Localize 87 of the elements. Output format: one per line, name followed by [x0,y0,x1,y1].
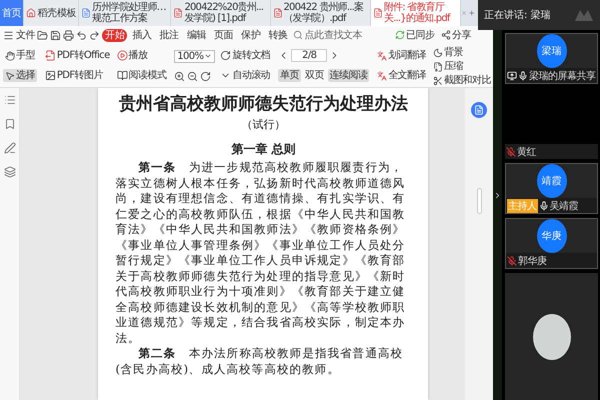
host-badge: 主持人 [507,198,538,212]
participant-name: 郭华庚 [518,254,546,268]
pdf-icon[interactable] [372,8,383,18]
play-icon [116,50,128,61]
menu-tab[interactable]: 编辑 [184,28,210,42]
translate-icon [377,70,388,80]
image-icon [44,70,56,81]
hand-icon [5,50,15,60]
document-subtitle: （试行） [240,117,286,132]
menu-icon[interactable] [3,30,14,40]
pen-icon[interactable] [4,142,16,154]
document-tab[interactable]: 首页 [0,0,24,26]
share-button[interactable]: 分享 [438,27,473,43]
print-icon[interactable] [63,30,74,40]
view-mode-button[interactable]: 单页 [278,69,301,82]
participant-name: 梁瑞的屏幕共享 [529,70,596,82]
screenshot-compare-button[interactable]: 截图和对比 [430,74,493,87]
avatar-circle: 华庚 [536,219,566,253]
speaker-text: 正在讲话: 梁瑞 [484,8,551,22]
hand-tool[interactable]: 手型 [3,49,37,62]
document-tab[interactable]: 历州学院处理师…规范工作方案 [79,0,172,26]
participant-name: 黄红 [517,146,536,158]
chapter-heading: 第一章 总则 [230,141,297,158]
compress-button[interactable]: 压缩 [430,60,493,73]
expand-icon[interactable] [493,191,502,200]
pdf-to-image-button[interactable]: PDF转图片 [42,69,112,82]
layers-icon[interactable] [4,166,16,178]
document-tab[interactable]: 稻壳模板 [24,0,80,26]
scrollbar-thumb[interactable] [476,188,482,214]
read-mode-button[interactable]: 阅读模式 [114,69,168,82]
page-number-field[interactable]: 2/8 [291,49,328,62]
document-title: 贵州省高校教师师德失范行为处理办法 [118,93,409,115]
sync-button[interactable]: 已同步 [392,27,437,43]
rotate-icon [220,50,232,61]
menu-tab[interactable]: 批注 [156,28,182,42]
archive-icon [432,62,443,72]
document-icon[interactable] [81,8,92,18]
pdf-icon[interactable] [173,8,184,18]
select-tool[interactable]: 选择 [3,69,37,82]
redo-icon[interactable] [89,30,100,40]
scissors-icon [432,76,443,86]
zoom-in-icon[interactable] [174,70,186,82]
pdf-to-office-button[interactable]: PDF转Office [42,49,112,62]
undo-icon[interactable] [76,30,88,40]
rotate-document-button[interactable]: 旋转文档 [218,49,272,62]
open-icon[interactable] [37,30,48,40]
menu-tab[interactable]: 开始 [102,28,128,42]
search-field[interactable]: 点此查找文本 [292,28,362,42]
translate-icon [377,50,388,60]
participant-name: 吴靖霞 [550,200,578,212]
bookmark-icon[interactable] [4,118,16,130]
play-button[interactable]: 播放 [114,49,168,62]
menu-tab[interactable]: 插入 [129,28,155,42]
photo-placeholder [532,314,570,360]
word-translate-button[interactable]: 划词翻译 [375,49,428,62]
logo-icon [574,8,594,22]
background-button[interactable]: 背景 [430,46,493,59]
avatar-circle: 梁瑞 [536,34,566,68]
menu-tab[interactable]: 转换 [265,28,291,42]
menu-tab[interactable]: 页面 [211,28,236,42]
rotate-icon[interactable] [200,70,212,82]
menu-tab[interactable]: 保护 [238,28,264,42]
sync-icon [394,30,405,40]
file-menu[interactable]: 文件 [16,28,36,42]
article-paragraph: 第一条 为进一步规范高校教师履职履责行为，落实立德树人根本任务，弘扬新时代高校教师道德风尚，建设有理想信念、有道德情操、有扎实学识、有仁爱之心的高校教师队伍，根据《中华人民共和国教育法》《中华人民共和国教师法》《教师资格条例》《事业单位人事管理条例》《事业单位工作人员处分暂行规定》《事业单位工作人员申诉规定》《教育部关于高校教师师德失范行为处理的指导意见》《新时代高校教师职业行为十项准则》《教育部关于建立健全高校师德建设长效机制的意见》《高等学校教师职业道德规范》等规定，结合我省高校实际，制定本办法。 [116,160,406,346]
book-icon [116,70,128,81]
moon-icon [432,48,443,58]
document-icon [474,105,484,115]
view-mode-button[interactable]: 双页 [302,69,326,82]
full-translate-button[interactable]: 全文翻译 [375,69,428,82]
dropdown-caret-icon [204,52,212,60]
view-mode-button[interactable]: 连续阅读 [328,69,370,82]
document-tab[interactable]: 200422%20贵州...发学院) [1].pdf [171,0,270,26]
article-paragraph: 第二条 本办法所称高校教师是指我省普通高校(含民办高校)、成人高校等高校的教师。 [116,346,404,377]
share-icon [440,30,451,40]
document-tab[interactable]: 200422 贵州师...案（发学院）.pdf [270,0,371,26]
zoom-field[interactable]: 100% [174,50,216,62]
document-tab[interactable]: 附件: 省教育厅关...}的通知.pdf [370,0,462,26]
assistant-icon[interactable] [471,102,487,118]
search-icon [292,30,303,40]
save-icon[interactable] [50,30,62,40]
file-export-icon [44,50,56,61]
avatar-circle: 靖霞 [536,164,566,198]
auto-scroll-button[interactable]: 自动滚动 [218,69,272,82]
zoom-out-icon[interactable] [187,70,198,82]
pdf-icon[interactable] [272,8,282,18]
pointer-icon [5,70,15,80]
